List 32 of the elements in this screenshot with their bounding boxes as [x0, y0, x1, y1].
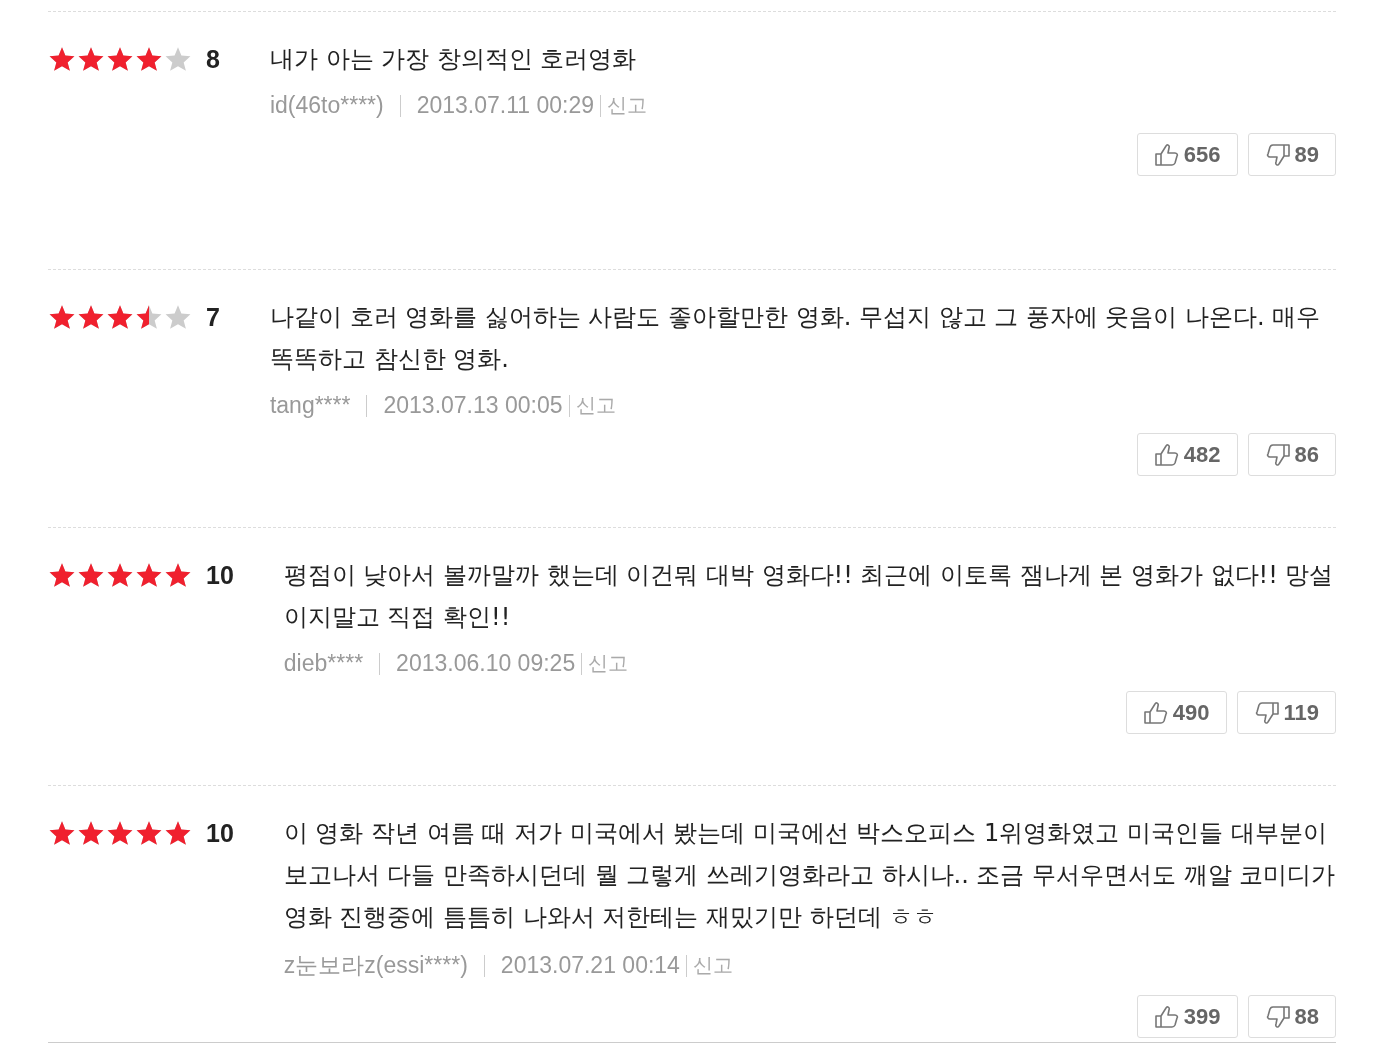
thumbs-up-icon [1142, 699, 1169, 726]
like-button[interactable]: 399 [1136, 995, 1238, 1038]
review-date: 2013.07.21 00:14 [500, 952, 680, 979]
review-text: 나같이 호러 영화를 싫어하는 사람도 좋아할만한 영화. 무섭지 않고 그 풍자에 웃음이 나온다. 매우 똑똑하고 참신한 영화. [269, 302, 1322, 375]
author-name: z눈보라z(essi****) [283, 951, 468, 980]
score: 8 [206, 44, 220, 74]
like-button[interactable]: 482 [1136, 433, 1238, 476]
thumbs-down-icon [1264, 441, 1291, 468]
like-button[interactable]: 490 [1125, 691, 1227, 734]
author-name: id(46to****) [269, 92, 384, 119]
dislike-button[interactable]: 86 [1247, 433, 1336, 476]
review-text: 이 영화 작년 여름 때 저가 미국에서 봤는데 미국에선 박스오피스 1위영화였고 미국인들 대부분이 보고나서 다들 만족하시던데 뭘 그렇게 쓰레기영화라고 하시나.. 조금 무서우면서도 깨알 코미디가 영화 진행중에 틈틈히 나와서 저한테는 재밌기만 하던데 ㅎㅎ [283, 818, 1336, 933]
like-button[interactable]: 656 [1136, 133, 1238, 176]
thumbs-down-icon [1264, 141, 1291, 168]
review-date: 2013.07.13 00:05 [383, 392, 563, 419]
review-text: 평점이 낮아서 볼까말까 했는데 이건뭐 대박 영화다!! 최근에 이토록 잼나게 본 영화가 없다!! 망설이지말고 직접 확인!! [283, 560, 1335, 633]
score: 10 [206, 560, 234, 590]
score: 10 [206, 818, 234, 848]
thumbs-down-icon [1264, 1003, 1291, 1030]
thumbs-up-icon [1153, 1003, 1180, 1030]
review-date: 2013.06.10 09:25 [396, 650, 576, 677]
author-name: tang**** [269, 392, 351, 419]
review-text: 내가 아는 가장 창의적인 호러영화 [269, 44, 638, 75]
dislike-button[interactable]: 88 [1247, 995, 1336, 1038]
thumbs-down-icon [1253, 699, 1280, 726]
score: 7 [206, 302, 220, 332]
dislike-button[interactable]: 89 [1247, 133, 1336, 176]
thumbs-up-icon [1153, 141, 1180, 168]
dislike-button[interactable]: 119 [1236, 691, 1336, 734]
review-date: 2013.07.11 00:29 [416, 92, 595, 119]
thumbs-up-icon [1153, 441, 1180, 468]
author-name: dieb**** [283, 650, 364, 677]
